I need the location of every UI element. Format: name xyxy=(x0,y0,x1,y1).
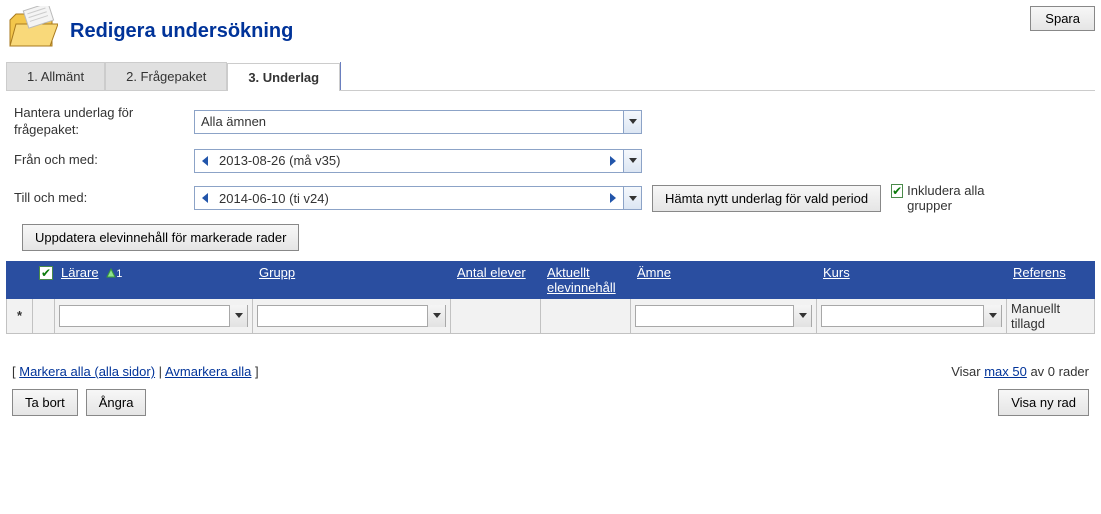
prev-date-icon[interactable] xyxy=(195,187,215,209)
col-aktuellt[interactable]: Aktuellt elevinnehåll xyxy=(541,261,631,298)
subject-filter-label: Hantera underlag för frågepaket: xyxy=(14,105,184,139)
data-grid: ✔ Lärare 1 Grupp Antal elever Aktuellt e… xyxy=(6,261,1095,334)
sort-asc-icon xyxy=(106,266,116,281)
showing-prefix: Visar xyxy=(951,364,984,379)
dropdown-toggle-icon[interactable] xyxy=(983,305,1001,327)
sort-priority: 1 xyxy=(116,268,122,280)
col-antal-link[interactable]: Antal elever xyxy=(457,265,526,280)
to-date-label: Till och med: xyxy=(14,190,184,207)
checkbox-checked-icon: ✔ xyxy=(39,266,53,280)
tab-separator xyxy=(340,62,341,90)
dropdown-toggle-icon[interactable] xyxy=(427,305,445,327)
subject-filter-value: Alla ämnen xyxy=(201,114,266,129)
col-referens[interactable]: Referens xyxy=(1007,261,1095,298)
date-dropdown-icon[interactable] xyxy=(623,150,641,172)
col-antal-elever[interactable]: Antal elever xyxy=(451,261,541,298)
from-date-field[interactable]: 2013-08-26 (må v35) xyxy=(194,149,642,173)
col-referens-link[interactable]: Referens xyxy=(1013,265,1066,280)
row-checkbox-cell xyxy=(33,298,55,333)
col-kurs-link[interactable]: Kurs xyxy=(823,265,850,280)
page-title: Redigera undersökning xyxy=(70,20,293,43)
showing-text: Visar max 50 av 0 rader xyxy=(951,364,1089,379)
max-rows-link[interactable]: max 50 xyxy=(984,364,1027,379)
update-content-button[interactable]: Uppdatera elevinnehåll för markerade rad… xyxy=(22,224,299,251)
next-date-icon[interactable] xyxy=(603,150,623,172)
cell-referens: Manuellt tillagd xyxy=(1007,298,1095,333)
next-date-icon[interactable] xyxy=(603,187,623,209)
from-date-value: 2013-08-26 (må v35) xyxy=(215,153,603,168)
folder-icon xyxy=(6,6,58,52)
from-date-label: Från och med: xyxy=(14,152,184,169)
subject-filter-dropdown[interactable]: Alla ämnen xyxy=(194,110,642,134)
show-new-row-button[interactable]: Visa ny rad xyxy=(998,389,1089,416)
col-grupp-link[interactable]: Grupp xyxy=(259,265,295,280)
col-amne-link[interactable]: Ämne xyxy=(637,265,671,280)
table-row: * Manuellt tillagd xyxy=(7,298,1095,333)
cell-larare[interactable] xyxy=(55,298,253,333)
tab-underlag[interactable]: 3. Underlag xyxy=(227,63,340,91)
col-checkbox[interactable]: ✔ xyxy=(33,261,55,298)
save-button[interactable]: Spara xyxy=(1030,6,1095,31)
showing-suffix: av 0 rader xyxy=(1027,364,1089,379)
col-larare[interactable]: Lärare 1 xyxy=(55,261,253,298)
tab-allmant[interactable]: 1. Allmänt xyxy=(6,62,105,90)
checkbox-checked-icon: ✔ xyxy=(891,184,903,198)
include-all-checkbox[interactable]: ✔ Inkludera alla grupper xyxy=(891,183,1011,214)
tab-fragepaket[interactable]: 2. Frågepaket xyxy=(105,62,227,90)
include-all-label: Inkludera alla grupper xyxy=(907,183,1011,214)
cell-kurs[interactable] xyxy=(817,298,1007,333)
deselect-all-link[interactable]: Avmarkera alla xyxy=(165,364,251,379)
new-row-marker: * xyxy=(7,298,33,333)
dropdown-toggle-icon[interactable] xyxy=(793,305,811,327)
grid-header-row: ✔ Lärare 1 Grupp Antal elever Aktuellt e… xyxy=(7,261,1095,298)
cell-aktuellt xyxy=(541,298,631,333)
prev-date-icon[interactable] xyxy=(195,150,215,172)
cell-antal xyxy=(451,298,541,333)
tab-bar: 1. Allmänt 2. Frågepaket 3. Underlag xyxy=(6,62,1095,91)
col-aktuellt-link[interactable]: Aktuellt elevinnehåll xyxy=(547,265,616,295)
cell-amne[interactable] xyxy=(631,298,817,333)
col-rowmarker xyxy=(7,261,33,298)
undo-button[interactable]: Ångra xyxy=(86,389,147,416)
col-kurs[interactable]: Kurs xyxy=(817,261,1007,298)
selection-links: [ Markera alla (alla sidor) | Avmarkera … xyxy=(12,364,259,379)
delete-button[interactable]: Ta bort xyxy=(12,389,78,416)
cell-grupp[interactable] xyxy=(253,298,451,333)
to-date-value: 2014-06-10 (ti v24) xyxy=(215,191,603,206)
fetch-button[interactable]: Hämta nytt underlag för vald period xyxy=(652,185,881,212)
dropdown-toggle-icon[interactable] xyxy=(229,305,247,327)
to-date-field[interactable]: 2014-06-10 (ti v24) xyxy=(194,186,642,210)
select-all-link[interactable]: Markera alla (alla sidor) xyxy=(19,364,155,379)
col-larare-link[interactable]: Lärare xyxy=(61,265,99,280)
col-amne[interactable]: Ämne xyxy=(631,261,817,298)
col-grupp[interactable]: Grupp xyxy=(253,261,451,298)
dropdown-toggle-icon[interactable] xyxy=(623,111,641,133)
date-dropdown-icon[interactable] xyxy=(623,187,641,209)
